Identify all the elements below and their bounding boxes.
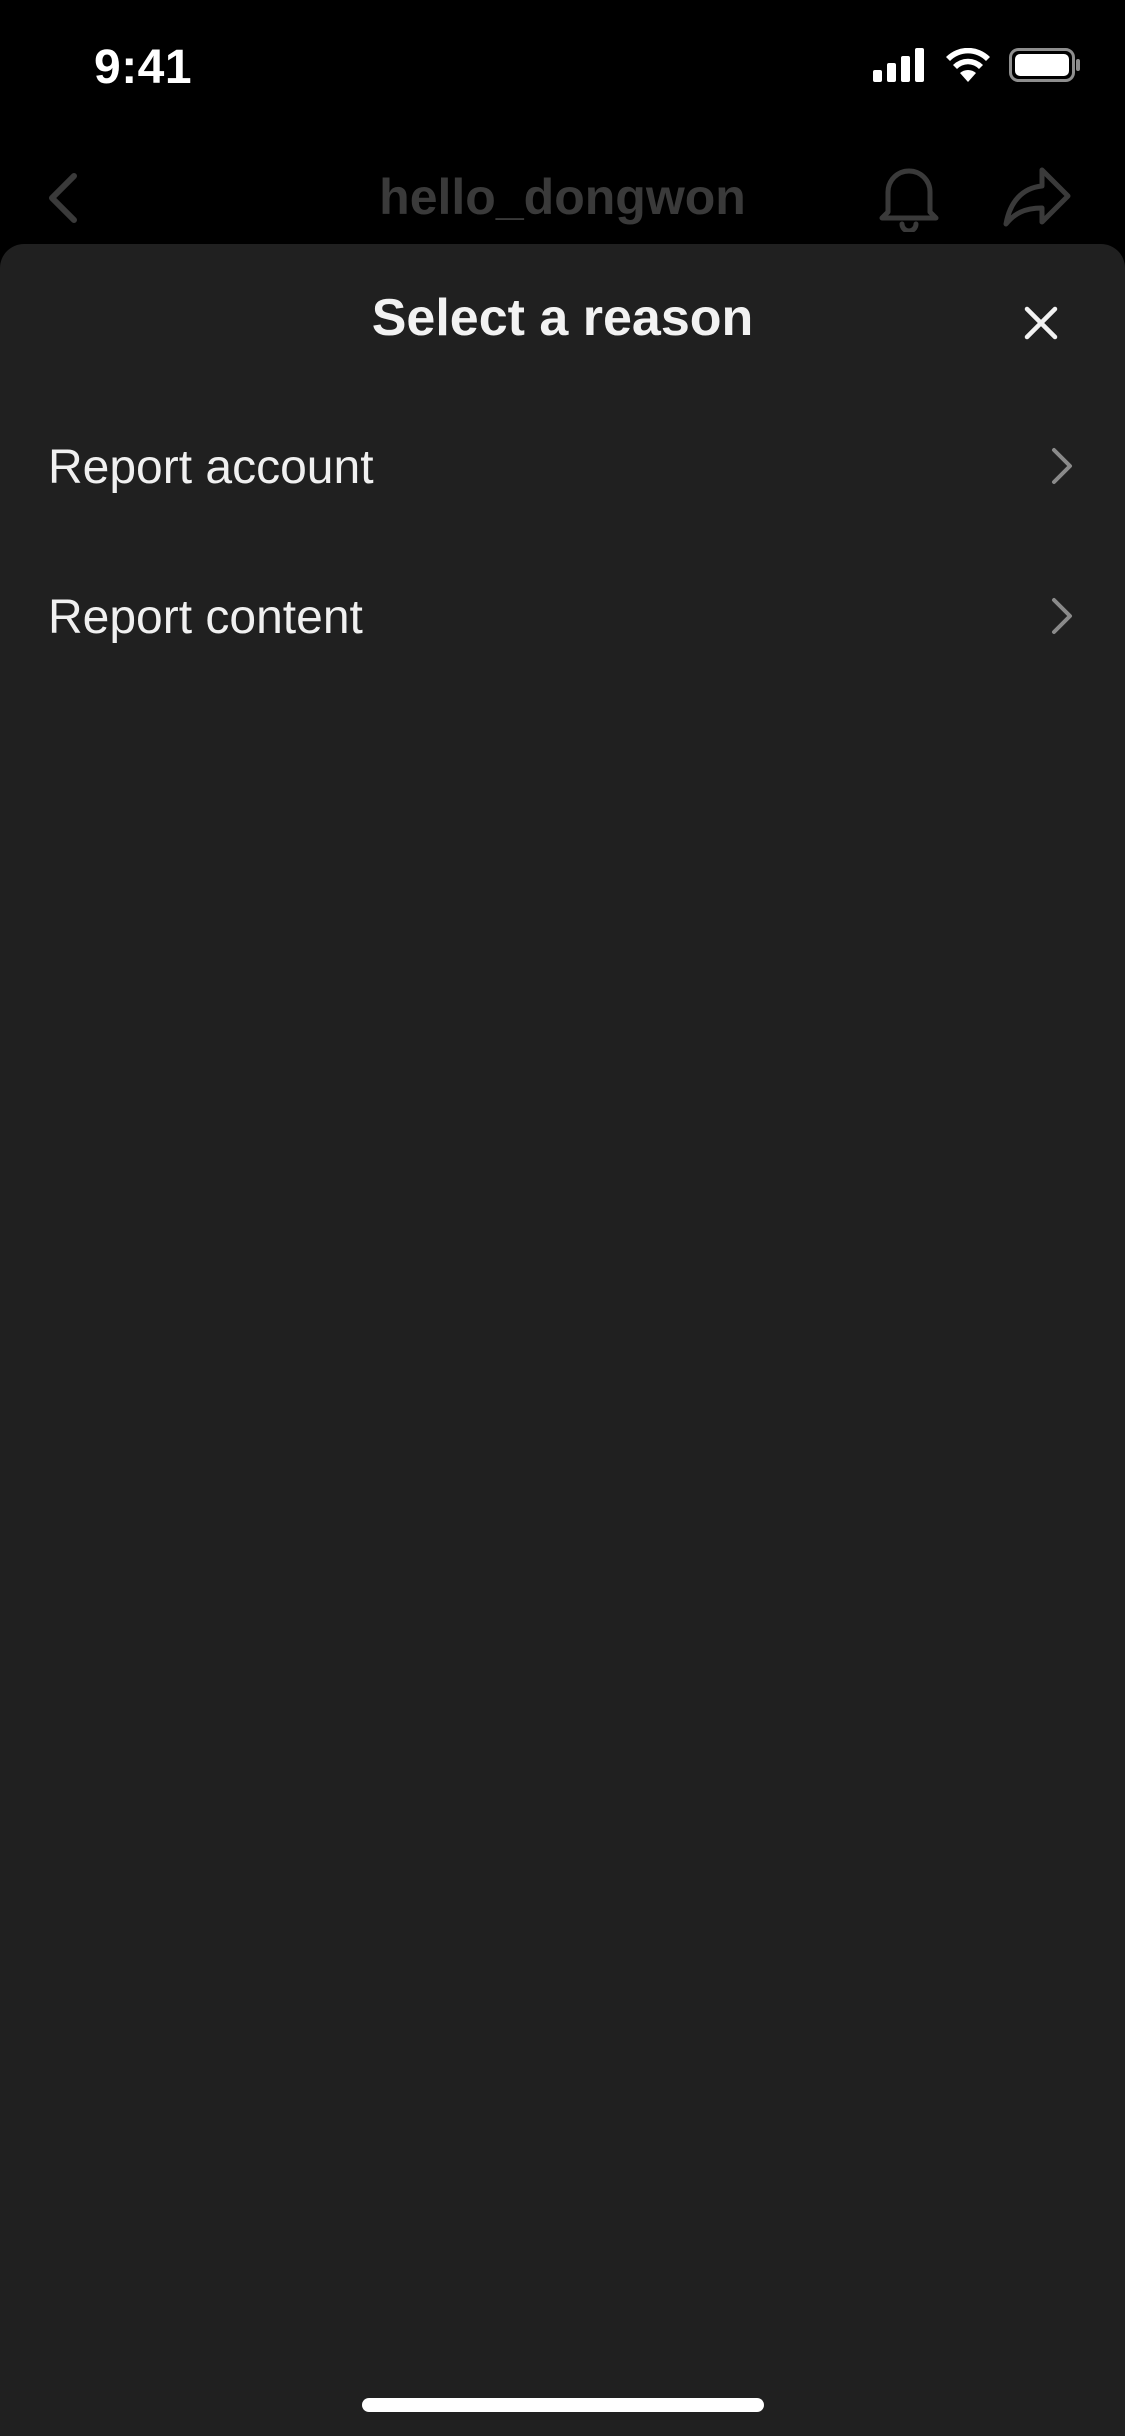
share-icon [1002,166,1072,233]
report-content-item[interactable]: Report content [0,544,1125,694]
background-nav-bar: hello_dongwon [0,140,1125,250]
wifi-icon [945,47,991,87]
sheet-title: Select a reason [371,289,754,347]
reason-label: Report content [48,591,363,644]
status-icons [873,47,1081,87]
background-profile-title: hello_dongwon [379,169,746,225]
cellular-signal-icon [873,48,927,87]
status-time: 9:41 [94,41,193,94]
bell-icon [876,160,942,237]
screen: 9:41 hello_dongwon Select a reason Repor… [0,0,1125,2436]
status-bar: 9:41 [0,0,1125,132]
home-indicator[interactable] [362,2398,764,2412]
sheet-header: Select a reason [0,244,1125,394]
close-icon [1024,306,1058,340]
reason-list: Report account Report content [0,394,1125,694]
close-button[interactable] [1016,298,1066,348]
battery-icon [1009,48,1081,87]
chevron-right-icon [1050,596,1074,641]
reason-label: Report account [48,441,374,494]
chevron-right-icon [1050,446,1074,491]
report-account-item[interactable]: Report account [0,394,1125,544]
report-reason-sheet: Select a reason Report account Report co… [0,244,1125,2436]
